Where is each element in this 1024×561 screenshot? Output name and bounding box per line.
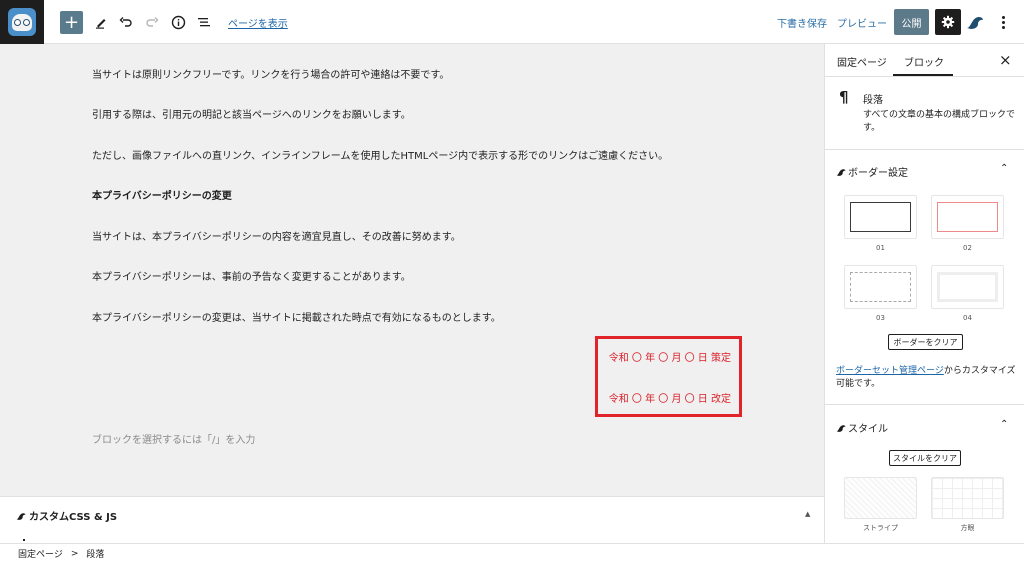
swell-wave-icon	[16, 512, 26, 520]
style-option-stripe[interactable]	[844, 477, 917, 519]
paragraph-icon: ¶	[839, 88, 849, 106]
heading-block[interactable]: 本プライバシーポリシーの変更	[92, 187, 232, 202]
border-option-label: 04	[963, 314, 972, 322]
save-draft-button[interactable]: 下書き保存	[777, 15, 827, 30]
border-option-03[interactable]	[844, 265, 917, 309]
paragraph-block[interactable]: 当サイトは、本プライバシーポリシーの内容を適宜見直し、その改善に努めます。	[92, 228, 461, 243]
list-view-icon	[198, 18, 210, 27]
undo-button[interactable]	[114, 10, 138, 34]
style-option-label: ストライプ	[863, 524, 898, 532]
block-description: すべての文章の基本の構成ブロックです。	[863, 110, 1016, 133]
paragraph-block[interactable]: 本プライバシーポリシーは、事前の予告なく変更することがあります。	[92, 268, 411, 283]
owl-logo-icon	[8, 8, 36, 36]
redo-icon	[146, 17, 159, 27]
swell-wave-icon	[836, 424, 846, 432]
style-option-label: 方眼	[960, 524, 975, 532]
tab-block[interactable]: ブロック	[904, 54, 944, 69]
metabox-title: カスタムCSS & JS	[29, 512, 118, 523]
border-panel-title: ボーダー設定	[848, 168, 908, 179]
border-manage-note: ボーダーセット管理ページからカスタマイズ可能です。	[836, 365, 1016, 391]
details-button[interactable]	[166, 10, 190, 34]
revised-date[interactable]: 令和 〇 年 〇 月 〇 日 改定	[609, 390, 731, 405]
list-view-button[interactable]	[192, 10, 216, 34]
chevron-up-icon[interactable]: ⌃	[1000, 163, 1008, 174]
swell-wave-icon	[836, 168, 846, 176]
border-option-01[interactable]	[844, 195, 917, 239]
publish-button[interactable]: 公開	[894, 9, 929, 35]
breadcrumb: 固定ページ > 段落	[18, 547, 104, 561]
settings-button[interactable]	[935, 9, 961, 35]
undo-icon	[119, 17, 132, 27]
border-option-label: 01	[876, 244, 885, 252]
active-tab-indicator	[893, 74, 953, 76]
swell-wave-icon	[967, 17, 983, 29]
chevron-up-icon[interactable]: ⌃	[1000, 419, 1008, 430]
view-page-link[interactable]: ページを表示	[228, 15, 288, 30]
redo-button[interactable]	[140, 10, 164, 34]
custom-css-js-metabox: カスタムCSS & JS ▲	[0, 496, 824, 543]
block-card: ¶ 段落 すべての文章の基本の構成ブロックです。	[825, 77, 1024, 150]
more-options-button[interactable]	[997, 12, 1009, 32]
metabox-content-marker	[23, 539, 25, 541]
tab-page[interactable]: 固定ページ	[837, 54, 887, 69]
border-set-manage-link[interactable]: ボーダーセット管理ページ	[836, 366, 944, 376]
date-highlight-box: 令和 〇 年 〇 月 〇 日 策定 令和 〇 年 〇 月 〇 日 改定	[595, 336, 742, 417]
block-appender-placeholder[interactable]: ブロックを選択するには「/」を入力	[92, 431, 255, 446]
breadcrumb-separator: >	[70, 548, 79, 559]
paragraph-block[interactable]: 引用する際は、引用元の明記と該当ページへのリンクをお願いします。	[92, 106, 411, 121]
preview-button[interactable]: プレビュー	[837, 15, 887, 30]
add-block-button[interactable]: +	[60, 11, 83, 34]
border-panel-header[interactable]: ボーダー設定 ⌃	[825, 150, 1024, 190]
metabox-header[interactable]: カスタムCSS & JS	[16, 508, 117, 523]
pencil-icon	[96, 19, 106, 29]
clear-border-button[interactable]: ボーダーをクリア	[888, 334, 963, 350]
editor-toolbar: + ページを表示 下書き保存 プレビュー 公開	[0, 0, 1024, 44]
sidebar-tabs: 固定ページ ブロック ×	[825, 44, 1024, 77]
breadcrumb-item-paragraph[interactable]: 段落	[86, 547, 104, 560]
style-panel-header[interactable]: スタイル ⌃	[825, 406, 1024, 446]
block-title: 段落	[863, 95, 883, 106]
collapse-triangle-icon[interactable]: ▲	[805, 510, 810, 518]
style-option-grid[interactable]	[931, 477, 1004, 519]
paragraph-block[interactable]: ただし、画像ファイルへの直リンク、インラインフレームを使用したHTMLページ内で…	[92, 147, 668, 162]
paragraph-block[interactable]: 当サイトは原則リンクフリーです。リンクを行う場合の許可や連絡は不要です。	[92, 66, 449, 81]
editor-canvas[interactable]: 当サイトは原則リンクフリーです。リンクを行う場合の許可や連絡は不要です。 引用す…	[0, 44, 824, 496]
info-icon	[171, 15, 185, 29]
panel-divider	[825, 404, 1024, 405]
border-option-02[interactable]	[931, 195, 1004, 239]
border-option-04[interactable]	[931, 265, 1004, 309]
close-sidebar-icon[interactable]: ×	[999, 51, 1012, 69]
established-date[interactable]: 令和 〇 年 〇 月 〇 日 策定	[609, 349, 731, 364]
style-panel-title: スタイル	[848, 424, 888, 435]
paragraph-block[interactable]: 本プライバシーポリシーの変更は、当サイトに掲載された時点で有効になるものとします…	[92, 309, 501, 324]
site-logo[interactable]	[0, 0, 44, 44]
gear-icon	[941, 15, 955, 29]
border-option-label: 02	[963, 244, 972, 252]
edit-tool-button[interactable]	[89, 10, 113, 34]
breadcrumb-item-page[interactable]: 固定ページ	[18, 547, 63, 560]
swell-plugin-button[interactable]	[966, 13, 984, 31]
border-option-label: 03	[876, 314, 885, 322]
settings-sidebar: 固定ページ ブロック × ¶ 段落 すべての文章の基本の構成ブロックです。 ボー…	[824, 44, 1024, 543]
block-breadcrumb-bar: 固定ページ > 段落	[0, 543, 1024, 561]
clear-style-button[interactable]: スタイルをクリア	[889, 450, 961, 466]
